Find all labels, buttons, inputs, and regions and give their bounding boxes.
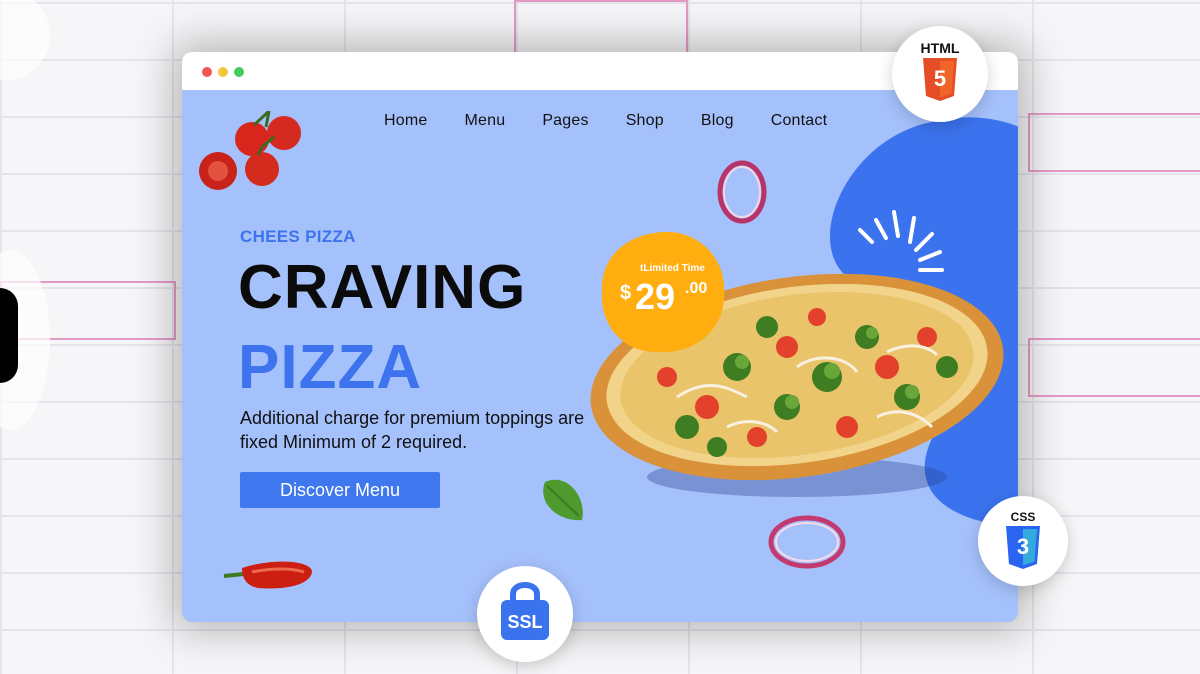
html5-badge: HTML 5 [892,26,988,122]
html5-number: 5 [933,66,947,91]
price-badge-label: tLimited Time [640,263,705,274]
hero-headline-line2: PIZZA [238,333,423,402]
nav-home[interactable]: Home [384,112,427,130]
close-dot-icon[interactable] [202,67,212,77]
main-nav: Home Menu Pages Shop Blog Contact [384,112,864,130]
decor-frame [1028,113,1200,172]
hero-eyebrow: CHEES PIZZA [240,227,356,246]
minimize-dot-icon[interactable] [218,67,228,77]
html-badge-label: HTML [920,40,960,56]
ssl-badge: SSL [477,566,573,662]
css-badge-label: CSS [1010,510,1036,524]
css3-number: 3 [1016,534,1030,559]
nav-menu[interactable]: Menu [464,112,505,130]
nav-pages[interactable]: Pages [542,112,588,130]
chili-pepper-icon [223,561,312,589]
onion-ring-icon [717,160,767,224]
basil-leaf-icon [543,479,583,521]
price-currency: $ [620,282,632,304]
decor-frame [1028,338,1200,397]
maximize-dot-icon[interactable] [234,67,244,77]
nav-blog[interactable]: Blog [701,112,734,130]
decor-shape [0,288,18,383]
hero-headline-line1: CRAVING [238,253,527,322]
css3-badge: CSS 3 [978,496,1068,586]
price-amount: 29 [635,276,676,317]
hero-description: Additional charge for premium toppings a… [240,408,585,452]
browser-window: Home Menu Pages Shop Blog Contact CHEES … [182,52,1018,622]
discover-menu-button[interactable]: Discover Menu [240,472,440,508]
decor-frame [514,0,688,54]
nav-contact[interactable]: Contact [771,112,828,130]
price-cents: .00 [685,280,708,297]
tomato-icon [199,110,301,190]
onion-ring-icon [768,515,846,569]
nav-shop[interactable]: Shop [626,112,664,130]
ssl-label: SSL [507,612,543,632]
